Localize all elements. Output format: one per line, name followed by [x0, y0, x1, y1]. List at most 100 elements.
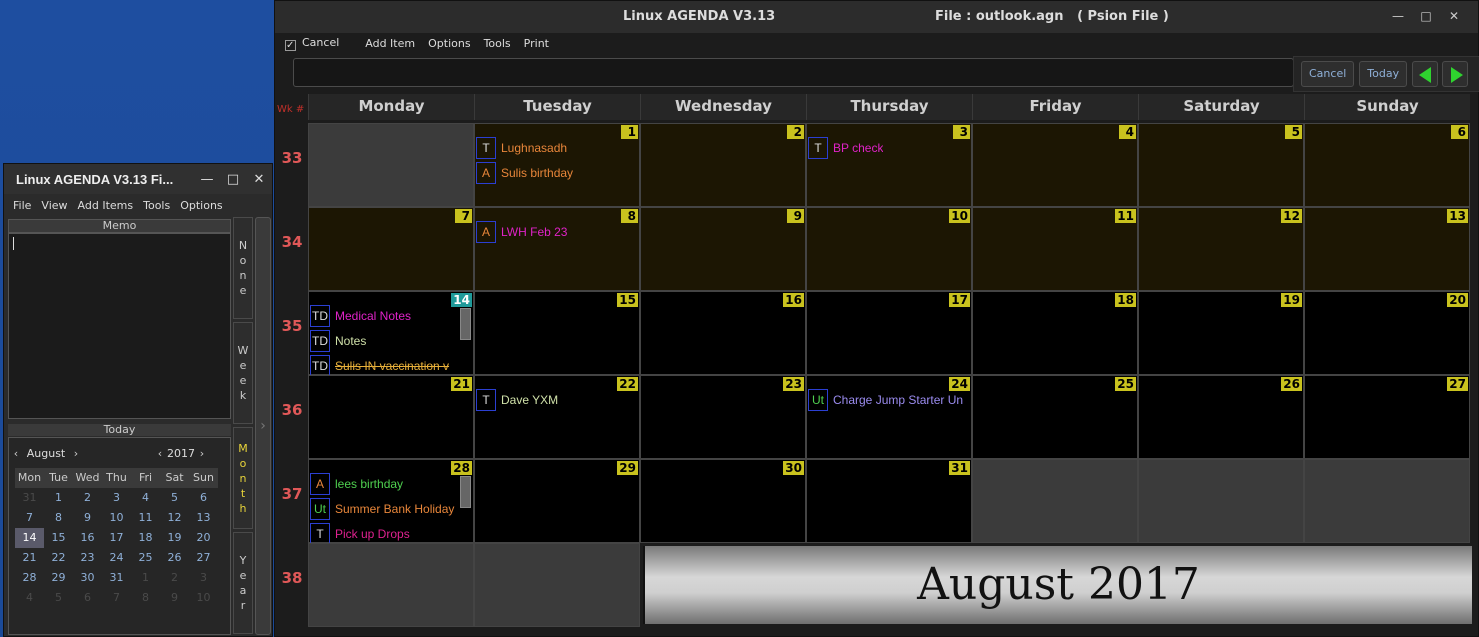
agenda-entry[interactable]: Ut Summer Bank Holiday	[310, 498, 460, 520]
calendar-day[interactable]: 27	[189, 548, 218, 568]
calendar-day[interactable]: 20	[189, 528, 218, 548]
day-cell[interactable]: 14 TD Medical Notes TD Notes TD Sulis IN vacci…	[308, 291, 474, 377]
calendar-day[interactable]: 23	[73, 548, 102, 568]
year-label[interactable]: 2017	[167, 447, 195, 460]
day-cell[interactable]: 18	[972, 291, 1138, 375]
calendar-day[interactable]: 30	[73, 568, 102, 588]
day-cell[interactable]	[474, 543, 640, 627]
calendar-day[interactable]: 21	[15, 548, 44, 568]
day-cell[interactable]: 15	[474, 291, 640, 375]
calendar-day[interactable]: 10	[189, 588, 218, 608]
menu-view[interactable]: View	[36, 199, 72, 212]
day-cell[interactable]: 22 T Dave YXM	[474, 375, 640, 459]
calendar-day[interactable]: 2	[73, 488, 102, 508]
day-cell[interactable]: 13	[1304, 207, 1470, 291]
calendar-day[interactable]: 16	[73, 528, 102, 548]
day-cell[interactable]: 28 Alees birthday Ut Summer Bank Holiday T Pi…	[308, 459, 474, 545]
today-button[interactable]: Today	[1359, 61, 1408, 87]
memo-textarea[interactable]	[8, 233, 231, 419]
day-cell[interactable]: 12	[1138, 207, 1304, 291]
today-header[interactable]: Today	[8, 424, 231, 436]
agenda-entry[interactable]: T Lughnasadh	[476, 137, 567, 159]
calendar-day[interactable]: 11	[131, 508, 160, 528]
calendar-day[interactable]: 31	[15, 488, 44, 508]
maximize-icon[interactable]: □	[1412, 9, 1440, 23]
day-cell[interactable]: 20	[1304, 291, 1470, 375]
agenda-entry[interactable]: Ut Charge Jump Starter Un	[808, 389, 963, 411]
day-cell[interactable]: 16	[640, 291, 806, 375]
day-cell[interactable]: 1 T Lughnasadh A Sulis birthday	[474, 123, 640, 207]
menu-tools[interactable]: Tools	[484, 37, 518, 50]
agenda-entry[interactable]: T BP check	[808, 137, 883, 159]
menu-file[interactable]: File	[8, 199, 36, 212]
agenda-entry[interactable]: TD Sulis IN vaccination v	[310, 355, 460, 377]
calendar-day[interactable]: 4	[131, 488, 160, 508]
calendar-day[interactable]: 3	[189, 568, 218, 588]
day-cell[interactable]: 3 T BP check	[806, 123, 972, 207]
prev-month-icon[interactable]: ‹	[9, 447, 23, 460]
menu-cancel[interactable]: ✓ Cancel	[285, 36, 359, 51]
calendar-day[interactable]: 19	[160, 528, 189, 548]
day-cell[interactable]: 24 Ut Charge Jump Starter Un	[806, 375, 972, 459]
cancel-button[interactable]: Cancel	[1301, 61, 1355, 87]
calendar-day[interactable]: 10	[102, 508, 131, 528]
calendar-day[interactable]: 3	[102, 488, 131, 508]
day-cell[interactable]: 11	[972, 207, 1138, 291]
checkbox-icon[interactable]: ✓	[285, 39, 296, 51]
calendar-day[interactable]: 28	[15, 568, 44, 588]
day-cell[interactable]: 31	[806, 459, 972, 543]
minimize-icon[interactable]: —	[194, 172, 220, 187]
calendar-day[interactable]: 5	[160, 488, 189, 508]
agenda-entry[interactable]: T Pick up Drops	[310, 523, 460, 545]
calendar-day[interactable]: 4	[15, 588, 44, 608]
day-cell[interactable]: 5	[1138, 123, 1304, 207]
agenda-entry[interactable]: TD Medical Notes	[310, 305, 460, 327]
calendar-day[interactable]: 31	[102, 568, 131, 588]
calendar-day[interactable]: 13	[189, 508, 218, 528]
calendar-day[interactable]: 9	[160, 588, 189, 608]
view-month-button[interactable]: Month	[233, 427, 253, 529]
day-cell[interactable]	[308, 543, 474, 627]
menu-add-items[interactable]: Add Items	[73, 199, 139, 212]
menu-add-item[interactable]: Add Item	[365, 37, 422, 50]
day-cell[interactable]: 19	[1138, 291, 1304, 375]
day-cell[interactable]: 7	[308, 207, 474, 291]
next-month-button[interactable]	[1442, 61, 1469, 87]
day-cell[interactable]	[1138, 459, 1304, 543]
day-cell[interactable]: 2	[640, 123, 806, 207]
panel-splitter[interactable]: ›	[255, 217, 271, 635]
calendar-day[interactable]: 22	[44, 548, 73, 568]
day-cell[interactable]: 17	[806, 291, 972, 375]
agenda-entry[interactable]: A LWH Feb 23	[476, 221, 567, 243]
entry-input[interactable]	[293, 58, 1294, 87]
prev-year-icon[interactable]: ‹	[153, 447, 167, 460]
view-year-button[interactable]: Year	[233, 532, 253, 634]
calendar-day[interactable]: 18	[131, 528, 160, 548]
menu-options[interactable]: Options	[428, 37, 477, 50]
day-cell[interactable]: 9	[640, 207, 806, 291]
calendar-day[interactable]: 6	[73, 588, 102, 608]
calendar-day[interactable]: 6	[189, 488, 218, 508]
agenda-entry[interactable]: TD Notes	[310, 330, 460, 352]
calendar-day[interactable]: 26	[160, 548, 189, 568]
day-cell[interactable]: 10	[806, 207, 972, 291]
day-cell[interactable]: 4	[972, 123, 1138, 207]
calendar-day[interactable]: 2	[160, 568, 189, 588]
day-cell[interactable]	[972, 459, 1138, 543]
day-cell[interactable]: 25	[972, 375, 1138, 459]
entry-scrollbar[interactable]	[460, 308, 471, 340]
calendar-day[interactable]: 24	[102, 548, 131, 568]
calendar-day[interactable]: 12	[160, 508, 189, 528]
day-cell[interactable]: 27	[1304, 375, 1470, 459]
calendar-day[interactable]: 5	[44, 588, 73, 608]
calendar-day[interactable]: 17	[102, 528, 131, 548]
agenda-entry[interactable]: Alees birthday	[310, 473, 460, 495]
view-week-button[interactable]: Week	[233, 322, 253, 424]
agenda-entry[interactable]: A Sulis birthday	[476, 162, 573, 184]
calendar-day[interactable]: 25	[131, 548, 160, 568]
calendar-day[interactable]: 7	[102, 588, 131, 608]
day-cell[interactable]: 21	[308, 375, 474, 459]
menu-print[interactable]: Print	[524, 37, 556, 50]
minimize-icon[interactable]: —	[1384, 9, 1412, 23]
calendar-day[interactable]: 7	[15, 508, 44, 528]
